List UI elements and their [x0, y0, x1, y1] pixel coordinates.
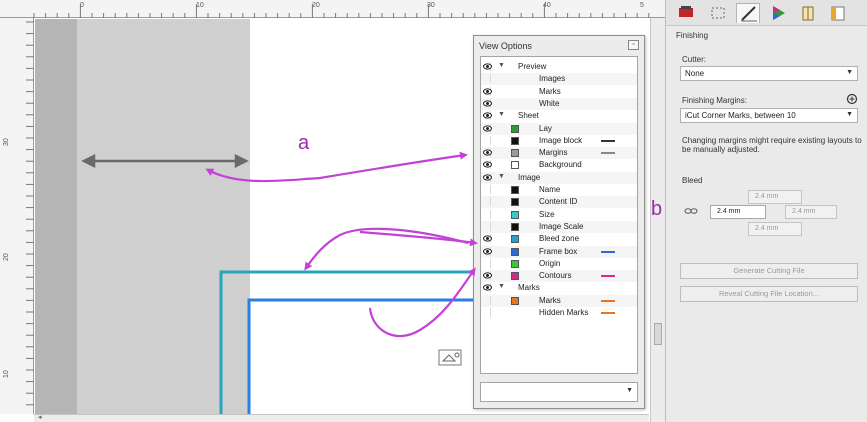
callout-arrow-margin-right	[319, 151, 468, 180]
callout-arrow-margin-left	[205, 168, 321, 183]
callout-arrows	[205, 151, 478, 337]
callout-arrow-frame	[368, 267, 476, 337]
callout-arrow-bleed-list	[359, 230, 478, 247]
